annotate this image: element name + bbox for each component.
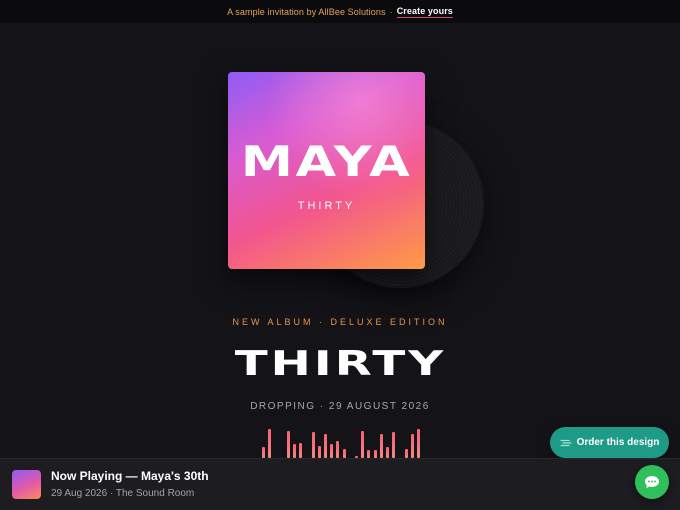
equalizer-bar — [367, 450, 371, 458]
palette-icon — [559, 439, 572, 446]
order-design-label: Order this design — [576, 437, 660, 448]
equalizer-bar — [268, 429, 272, 458]
chat-button[interactable] — [635, 465, 669, 499]
order-design-button[interactable]: Order this design — [550, 427, 669, 458]
now-playing-thumbnail — [12, 470, 41, 499]
equalizer-bar — [361, 431, 365, 458]
equalizer-bar — [330, 444, 334, 458]
album-cover: MAYA THIRTY — [228, 72, 425, 269]
equalizer-bar — [417, 429, 420, 458]
promo-banner: A sample invitation by AllBee Solutions … — [0, 0, 680, 23]
equalizer-bar — [311, 432, 315, 458]
equalizer-bar — [299, 443, 303, 458]
equalizer-bar — [386, 447, 389, 458]
create-yours-link[interactable]: Create yours — [396, 6, 453, 18]
equalizer-bar — [392, 432, 396, 458]
promo-separator: · — [389, 6, 393, 17]
album-eyebrow: NEW ALBUM · DELUXE EDITION — [232, 317, 448, 327]
album-headline-text: THIRTY — [234, 344, 446, 384]
equalizer-bar — [293, 444, 296, 458]
equalizer-bar — [336, 441, 340, 458]
now-playing-bar: Now Playing — Maya's 30th 29 Aug 2026 · … — [0, 458, 680, 510]
hero-section: MAYA THIRTY NEW ALBUM · DELUXE EDITION T… — [0, 23, 680, 458]
album-headline: THIRTY — [0, 342, 680, 386]
release-date: DROPPING · 29 AUGUST 2026 — [250, 401, 430, 412]
equalizer-bar — [317, 446, 321, 458]
chat-bubble-icon — [645, 476, 659, 488]
album-cover-subtitle: THIRTY — [297, 200, 356, 212]
equalizer-bar — [286, 431, 290, 458]
now-playing-title: Now Playing — Maya's 30th — [51, 469, 209, 483]
equalizer-bar — [410, 434, 414, 458]
now-playing-meta: 29 Aug 2026 · The Sound Room — [51, 488, 195, 499]
album-cover-name: MAYA — [240, 137, 413, 186]
equalizer-bar — [342, 449, 346, 458]
equalizer-bar — [373, 450, 377, 458]
promo-text: A sample invitation by AllBee Solutions — [227, 6, 386, 17]
equalizer-bar — [379, 434, 383, 458]
equalizer-bar — [404, 449, 408, 458]
equalizer-bar — [262, 447, 265, 458]
equalizer-bar — [324, 434, 327, 458]
